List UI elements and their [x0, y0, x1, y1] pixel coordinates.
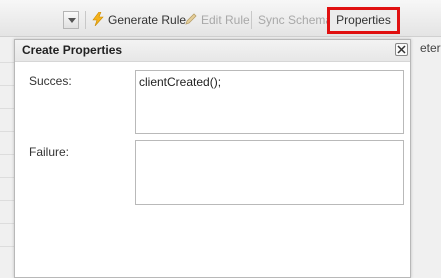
dropdown-arrow-button[interactable]	[63, 11, 79, 29]
dialog-title: Create Properties	[22, 43, 123, 57]
edit-rule-button[interactable]: Edit Rule	[184, 11, 250, 29]
properties-label: Properties	[336, 13, 391, 27]
properties-button[interactable]: Properties	[327, 7, 400, 34]
failure-label: Failure:	[29, 145, 70, 159]
edit-rule-label: Edit Rule	[201, 13, 250, 27]
success-textarea[interactable]: clientCreated();	[135, 70, 404, 134]
success-label: Succes:	[29, 74, 72, 88]
generate-rule-label: Generate Rule	[108, 13, 187, 27]
toolbar: Generate Rule Edit Rule Sync Schema Prop…	[0, 0, 441, 37]
lightning-icon	[92, 12, 104, 26]
toolbar-separator	[85, 11, 86, 29]
create-properties-dialog: Create Properties Succes: clientCreated(…	[14, 39, 411, 278]
sync-schema-label: Sync Schema	[258, 13, 333, 27]
dialog-header: Create Properties	[15, 40, 410, 62]
close-button[interactable]	[395, 43, 408, 56]
failure-textarea[interactable]	[135, 140, 404, 205]
close-icon	[397, 45, 406, 54]
background-column-header: eter	[420, 41, 441, 55]
generate-rule-button[interactable]: Generate Rule	[91, 11, 186, 29]
pencil-icon	[185, 13, 197, 25]
sync-schema-button[interactable]: Sync Schema	[258, 11, 332, 29]
toolbar-separator	[251, 11, 252, 29]
